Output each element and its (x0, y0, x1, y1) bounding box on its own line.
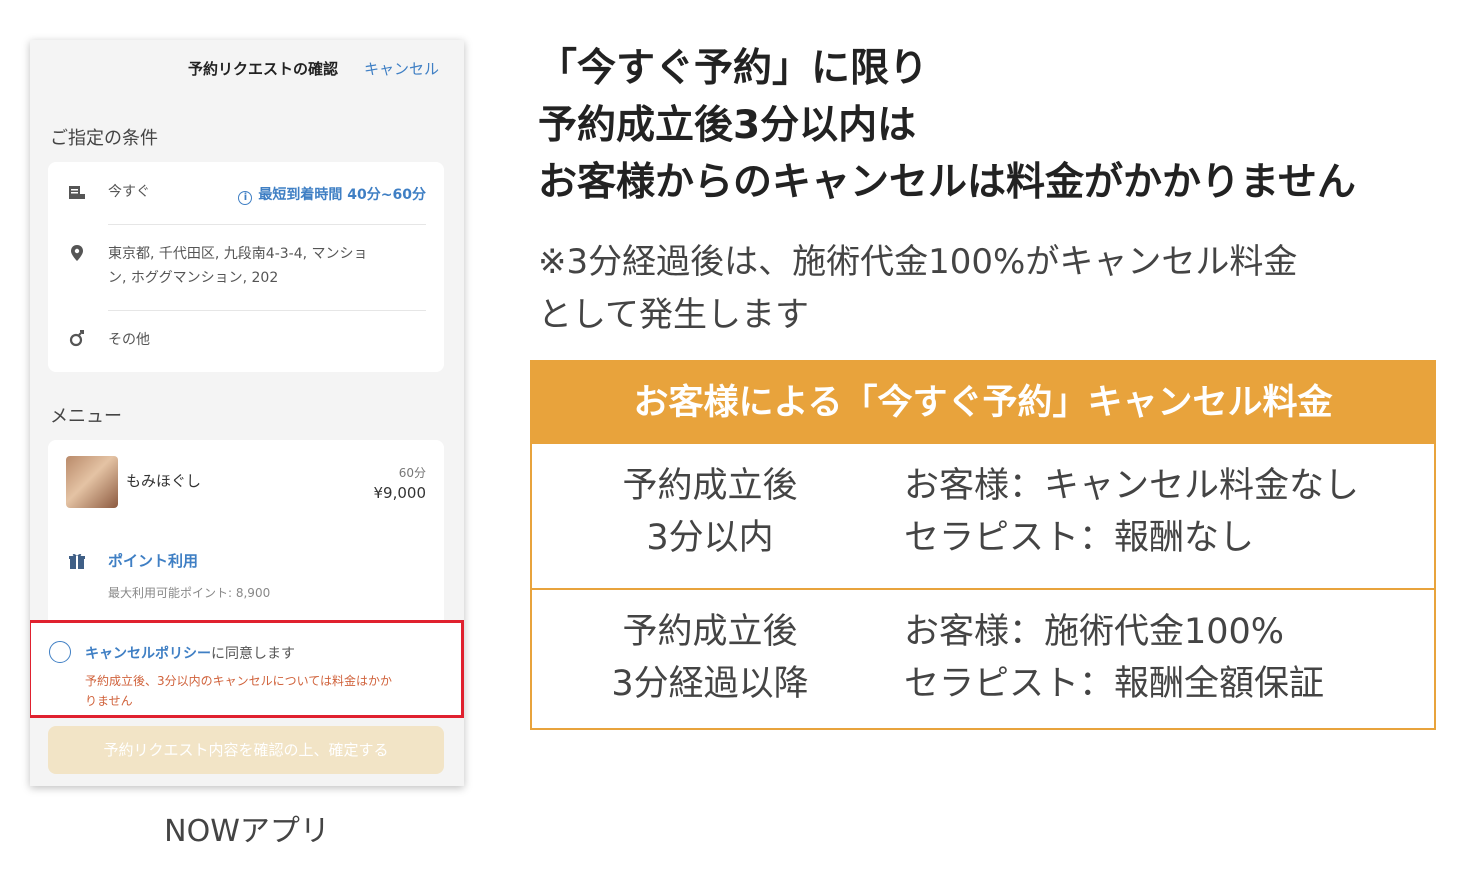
headline: 「今すぐ予約」に限り 予約成立後3分以内は お客様からのキャンセルは料金がかかり… (538, 40, 1356, 211)
fee-note-line-2: として発生します (538, 295, 809, 335)
location-pin-icon (71, 245, 83, 261)
menu-price: ¥9,000 (373, 484, 427, 502)
agree-policy-radio[interactable] (49, 641, 71, 663)
app-caption: NOWアプリ (164, 814, 330, 849)
policy-warning: 予約成立後、3分以内のキャンセルについては料金はかか りません (85, 671, 445, 711)
fee-note: ※3分経過後は、施術代金100%がキャンセル料金 として発生します (538, 236, 1418, 342)
screen-title: 予約リクエストの確認 (187, 60, 338, 78)
period-line-2: 3分以内 (646, 518, 774, 558)
gender-value: その他 (108, 332, 150, 348)
eta-text: 最短到着時間 40分~60分 (258, 187, 426, 203)
headline-line-3: お客様からのキャンセルは料金がかかりません (538, 160, 1356, 205)
address-line-1: 東京都, 千代田区, 九段南4-3-4, マンショ (108, 246, 368, 262)
table-row: 予約成立後 3分以内 お客様：キャンセル料金なし セラピスト：報酬なし (532, 444, 1434, 588)
menu-thumbnail (66, 456, 118, 508)
fee-cell: お客様：施術代金100% セラピスト：報酬全額保証 (904, 606, 1324, 710)
timing-value: 今すぐ (108, 184, 150, 200)
max-points-text: 最大利用可能ポイント: 8,900 (108, 586, 271, 600)
cancel-policy-link[interactable]: キャンセルポリシー (85, 646, 211, 662)
therapist-fee: セラピスト：報酬なし (904, 518, 1255, 558)
policy-agree-suffix: に同意します (211, 646, 295, 662)
menu-item-name: もみほぐし (126, 472, 202, 490)
info-icon: i (238, 191, 253, 205)
cancel-policy-highlight: キャンセルポリシーに同意します 予約成立後、3分以内のキャンセルについては料金は… (30, 620, 464, 718)
confirm-button[interactable]: 予約リクエスト内容を確認の上、確定する (48, 726, 444, 774)
period-line-1: 予約成立後 (622, 612, 798, 652)
use-points-link[interactable]: ポイント利用 (108, 550, 198, 571)
customer-fee: お客様：施術代金100% (904, 612, 1285, 652)
headline-line-1: 「今すぐ予約」に限り (538, 46, 929, 91)
period-cell: 予約成立後 3分以内 (532, 460, 888, 564)
table-row: 予約成立後 3分経過以降 お客様：施術代金100% セラピスト：報酬全額保証 (532, 588, 1434, 732)
calendar-list-icon (69, 186, 85, 199)
address-line-2: ン, ホググマンション, 202 (108, 270, 279, 286)
cancel-fee-table: お客様による「今すぐ予約」キャンセル料金 予約成立後 3分以内 お客様：キャンセ… (530, 360, 1436, 730)
table-title: お客様による「今すぐ予約」キャンセル料金 (532, 362, 1434, 444)
customer-fee: お客様：キャンセル料金なし (904, 466, 1360, 506)
menu-card: もみほぐし 60分 ¥9,000 ポイント利用 最大利用可能ポイント: 8,90… (48, 440, 444, 640)
therapist-fee: セラピスト：報酬全額保証 (904, 664, 1325, 704)
divider (108, 310, 426, 311)
period-cell: 予約成立後 3分経過以降 (532, 606, 888, 710)
fee-note-line-1: ※3分経過後は、施術代金100%がキャンセル料金 (538, 242, 1298, 282)
gift-icon (69, 553, 85, 569)
policy-warning-line-1: 予約成立後、3分以内のキャンセルについては料金はかか (85, 674, 393, 688)
menu-section-label: メニュー (50, 406, 122, 427)
divider (108, 224, 426, 225)
cancel-button[interactable]: キャンセル (364, 58, 439, 79)
headline-line-2: 予約成立後3分以内は (538, 103, 917, 148)
address-text: 東京都, 千代田区, 九段南4-3-4, マンショ ン, ホググマンション, 2… (108, 242, 368, 290)
eta-info: i 最短到着時間 40分~60分 (238, 184, 426, 205)
fee-cell: お客様：キャンセル料金なし セラピスト：報酬なし (904, 460, 1359, 564)
policy-warning-line-2: りません (85, 694, 133, 708)
period-line-1: 予約成立後 (622, 466, 798, 506)
app-screen: 予約リクエストの確認 キャンセル ご指定の条件 今すぐ i 最短到着時間 40分~… (30, 40, 464, 786)
menu-duration: 60分 (398, 466, 426, 480)
policy-agree-text: キャンセルポリシーに同意します (85, 643, 295, 663)
conditions-card: 今すぐ i 最短到着時間 40分~60分 東京都, 千代田区, 九段南4-3-4,… (48, 162, 444, 372)
conditions-section-label: ご指定の条件 (50, 128, 158, 149)
gender-icon (69, 330, 84, 347)
period-line-2: 3分経過以降 (611, 664, 809, 704)
